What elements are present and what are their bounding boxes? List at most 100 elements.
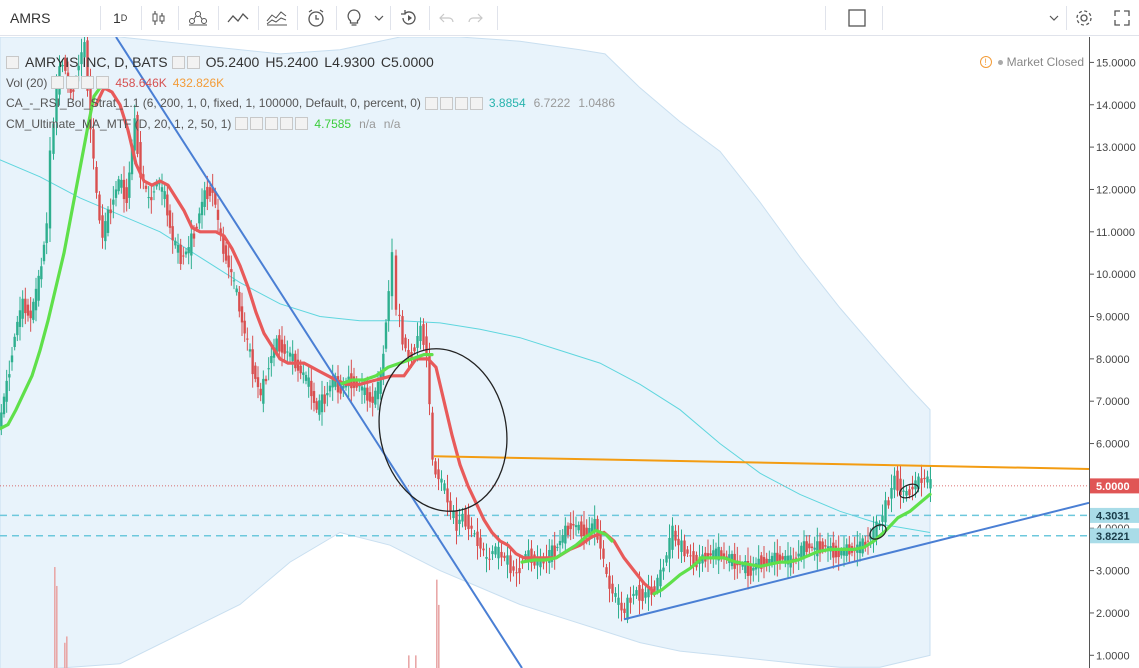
alert-icon[interactable] <box>305 0 327 36</box>
candle-body <box>323 394 326 404</box>
candle-body <box>824 545 827 547</box>
compare-icon[interactable] <box>187 0 209 36</box>
candle-body <box>668 537 671 559</box>
candle-body <box>416 335 419 348</box>
volume-buttons[interactable] <box>51 76 111 90</box>
indicator-1-value-3: 1.0486 <box>578 96 616 110</box>
indicator-2-value-2: n/a <box>359 116 376 131</box>
candle-body <box>168 210 172 228</box>
volume-bar <box>56 585 58 668</box>
replay-icon[interactable] <box>398 0 420 36</box>
volume-bar <box>54 567 56 668</box>
candle-body <box>464 508 467 527</box>
candle-body <box>500 551 503 558</box>
interval-selector[interactable]: 1D <box>113 0 127 36</box>
candle-body <box>602 548 605 559</box>
chevron-down-icon[interactable] <box>372 0 386 36</box>
candle-body <box>893 475 896 490</box>
undo-icon[interactable] <box>436 0 458 36</box>
collapse-icon[interactable] <box>6 55 21 69</box>
market-status[interactable]: ! Market Closed <box>979 55 1084 69</box>
candle-body <box>29 310 32 319</box>
legend-volume-row: Vol (20) 458.646K 432.826K <box>6 73 623 94</box>
candle-body <box>24 298 27 314</box>
candle-body <box>326 393 329 396</box>
price-axis[interactable]: 15.0000 14.0000 13.0000 12.0000 11.0000 10.00… <box>1089 37 1139 668</box>
candle-body <box>114 189 118 198</box>
candle-body <box>203 190 206 207</box>
legend-close: C5.0000 <box>380 54 434 70</box>
toolbar-divider <box>258 6 259 30</box>
candle-body <box>182 255 185 257</box>
candle-body <box>503 555 506 558</box>
candle-body <box>881 515 884 522</box>
legend-buttons[interactable] <box>171 55 202 69</box>
candle-body <box>808 543 811 549</box>
candle-body <box>117 179 120 192</box>
indicator-1-buttons[interactable] <box>424 96 485 110</box>
candle-body <box>431 412 434 460</box>
candle-body <box>299 365 302 374</box>
candle-body <box>794 557 798 559</box>
toolbar-divider <box>297 6 298 30</box>
candle-body <box>488 558 491 560</box>
candle-body <box>45 223 48 244</box>
candle-body <box>37 275 40 301</box>
candles-icon[interactable] <box>148 0 170 36</box>
indicator-2-buttons[interactable] <box>235 117 310 131</box>
candle-body <box>752 567 755 571</box>
candle-body <box>360 386 364 391</box>
candle-body <box>294 353 297 369</box>
candle-body <box>558 540 562 546</box>
status-dot <box>997 59 1003 65</box>
candle-body <box>638 584 641 601</box>
candle-body <box>709 553 712 556</box>
candle-body <box>623 608 626 613</box>
fullscreen-icon[interactable] <box>1111 0 1133 36</box>
volume-value-1: 458.646K <box>115 75 167 90</box>
toolbar-divider <box>1066 6 1067 30</box>
candle-body <box>190 233 193 256</box>
candle-body <box>240 306 244 323</box>
price-axis-label: 10.0000 <box>1096 269 1136 281</box>
candle-body <box>813 547 816 550</box>
layout-icon[interactable] <box>846 0 868 36</box>
settings-icon[interactable] <box>1073 0 1095 36</box>
candle-body <box>683 540 686 557</box>
candle-body <box>125 187 128 204</box>
candle-body <box>479 537 482 549</box>
toolbar-divider <box>390 6 391 30</box>
candle-body <box>926 476 929 483</box>
candle-body <box>21 298 24 319</box>
candle-body <box>923 477 926 480</box>
candle-body <box>246 338 249 340</box>
candle-body <box>206 186 209 200</box>
indicator-2-value-3: n/a <box>383 116 401 131</box>
interval-unit: D <box>120 13 128 23</box>
ideas-icon[interactable] <box>343 0 365 36</box>
indicator-1-value-1: 3.8854 <box>488 96 526 110</box>
candle-body <box>13 336 16 347</box>
candle-body <box>437 469 440 480</box>
templates-icon[interactable] <box>266 0 288 36</box>
toolbar-divider <box>497 6 498 30</box>
candle-body <box>515 572 518 574</box>
candle-body <box>564 525 567 544</box>
candle-body <box>368 392 372 402</box>
volume-value-2: 432.826K <box>172 75 225 90</box>
candle-body <box>384 322 388 349</box>
candle-body <box>387 291 390 321</box>
candle-body <box>902 490 905 492</box>
candle-body <box>401 316 404 345</box>
candle-body <box>446 488 449 503</box>
candle-body <box>379 373 382 394</box>
candle-body <box>328 385 332 392</box>
candle-body <box>422 324 425 345</box>
candle-body <box>152 191 156 193</box>
indicators-icon[interactable] <box>227 0 249 36</box>
chevron-down-icon[interactable] <box>1047 0 1061 36</box>
symbol-search[interactable]: AMRS <box>10 0 50 36</box>
redo-icon[interactable] <box>464 0 486 36</box>
candle-body <box>611 583 614 594</box>
candle-body <box>577 524 580 531</box>
